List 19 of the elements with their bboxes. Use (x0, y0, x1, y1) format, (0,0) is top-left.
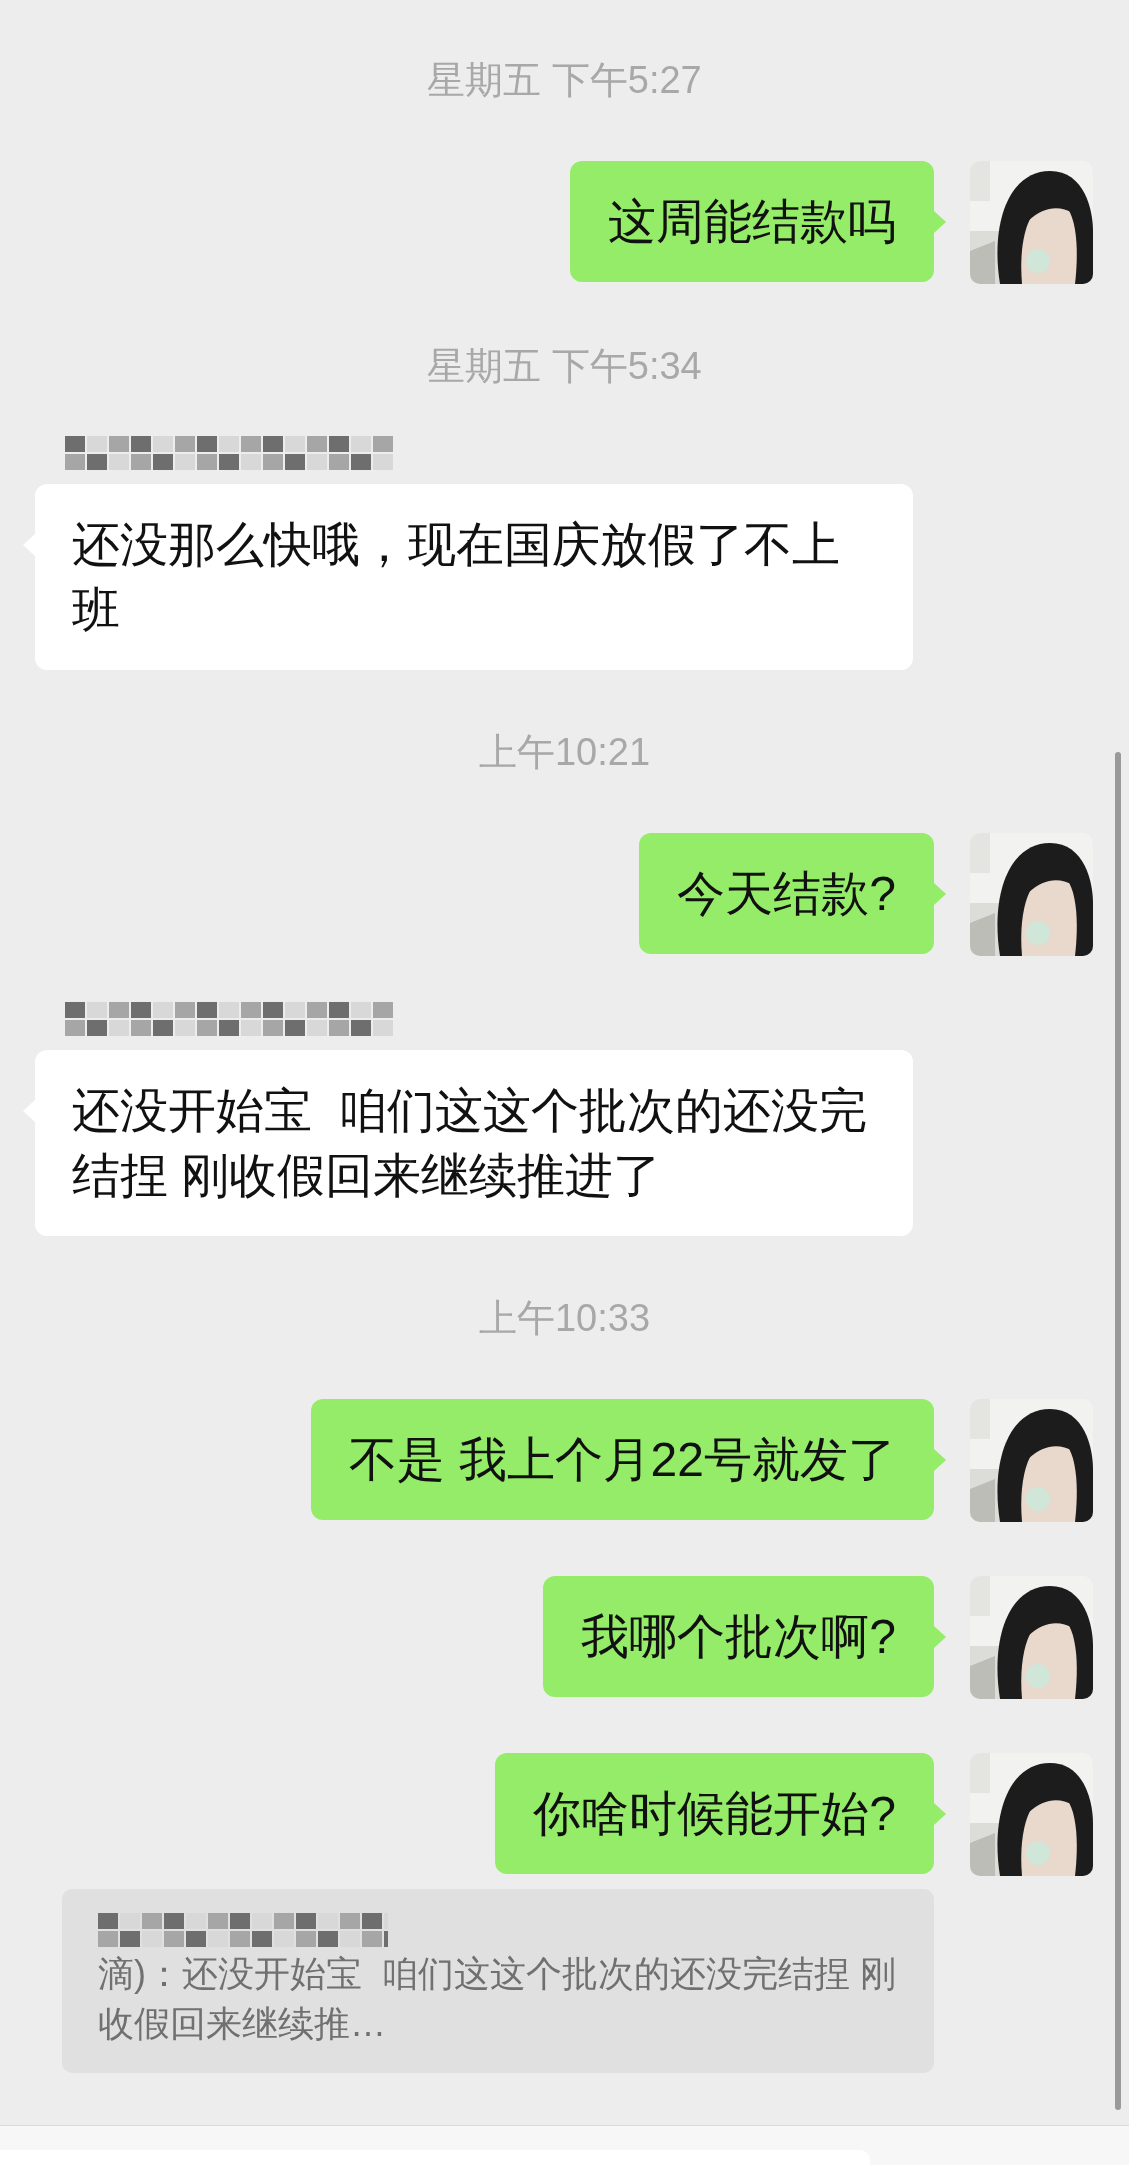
message-bubble: 今天结款? (639, 833, 934, 954)
timestamp: 星期五 下午5:27 (427, 58, 702, 103)
message-bubble: 还没那么快哦，现在国庆放假了不上班 (35, 484, 913, 670)
quoted-message[interactable]: 滴)：还没开始宝 咱们这这个批次的还没完结捏 刚收假回来继续推… (62, 1889, 934, 2073)
timestamp: 上午10:21 (478, 730, 651, 775)
message-bubble: 我哪个批次啊? (543, 1576, 934, 1697)
message-bubble: 不是 我上个月22号就发了 (311, 1399, 934, 1520)
message-bubble: 这周能结款吗 (570, 161, 934, 282)
scrollbar[interactable] (1115, 752, 1121, 2110)
timestamp: 上午10:33 (478, 1296, 651, 1341)
quote-text: 滴)：还没开始宝 咱们这这个批次的还没完结捏 刚收假回来继续推… (98, 1952, 897, 2046)
bubble-tail (934, 1449, 946, 1471)
timestamp: 星期五 下午5:34 (427, 344, 702, 389)
bubble-tail (934, 1626, 946, 1648)
message-bubble: 你啥时候能开始? (495, 1753, 934, 1874)
bubble-tail (934, 1803, 946, 1825)
message-bubble: 还没开始宝 咱们这这个批次的还没完结捏 刚收假回来继续推进了 (35, 1050, 913, 1236)
bubble-tail (934, 211, 946, 233)
bubble-tail (934, 883, 946, 905)
